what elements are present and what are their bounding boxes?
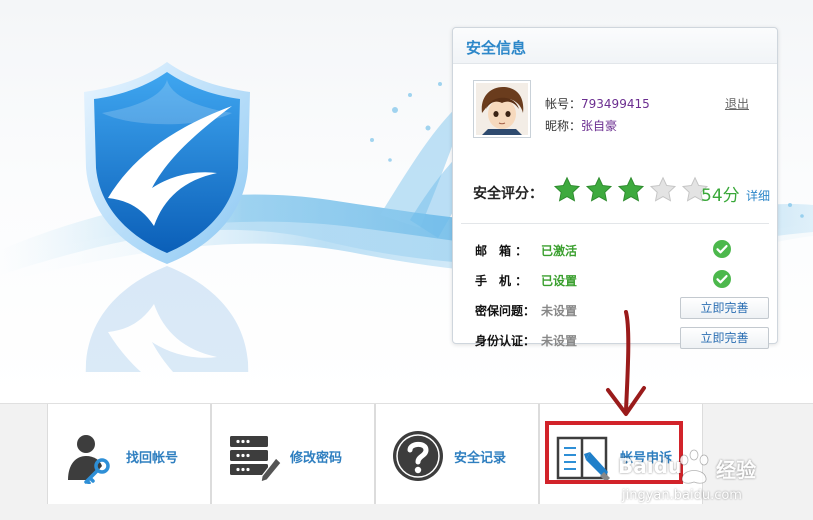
logout-link[interactable]: 退出	[725, 95, 749, 112]
change-password-button[interactable]: 修改密码	[211, 404, 375, 504]
score-detail-link[interactable]: 详细	[746, 187, 770, 204]
star-filled-icon	[586, 176, 613, 202]
avatar-image	[476, 83, 528, 135]
watermark-url: jingyan.baidu.com	[622, 488, 742, 503]
item-status: 未设置	[541, 334, 578, 348]
complete-now-button[interactable]: 立即完善	[680, 297, 769, 319]
star-filled-icon	[553, 176, 581, 202]
watermark-brand: Baidu	[618, 454, 683, 478]
nickname-value: 张自豪	[581, 119, 618, 133]
nickname-row: 昵称：张自豪	[545, 117, 617, 134]
score-stars	[553, 176, 709, 206]
item-label: 密保问题：	[475, 304, 536, 318]
security-item-email: 邮 箱 ： 已激活	[475, 237, 771, 261]
user-key-icon	[68, 435, 110, 484]
shield-reflection	[84, 266, 250, 372]
item-label: 邮 箱 ：	[475, 244, 528, 258]
item-status: 已激活	[541, 244, 578, 258]
security-item-phone: 手 机 ： 已设置	[475, 267, 771, 291]
item-label: 手 机 ：	[475, 274, 528, 288]
panel-title: 安全信息	[466, 39, 527, 57]
item-status: 未设置	[541, 304, 578, 318]
security-info-panel: 安全信息 帐号：793499415 昵称：张自豪 退出 安全评分： 54分 详细…	[452, 27, 778, 349]
account-label: 帐号：	[545, 97, 582, 111]
nickname-label: 昵称：	[545, 119, 582, 133]
panel-body: 帐号：793499415 昵称：张自豪 退出 安全评分： 54分 详细 邮 箱 …	[453, 65, 777, 349]
account-value: 793499415	[581, 97, 650, 111]
security-log-button[interactable]: 安全记录	[375, 404, 539, 504]
avatar	[473, 80, 531, 138]
score-value: 54分	[701, 186, 740, 206]
find-account-button[interactable]: 找回帐号	[47, 404, 211, 504]
star-empty-icon	[650, 176, 677, 202]
star-filled-icon	[618, 176, 645, 202]
security-score-row: 安全评分： 54分 详细	[473, 172, 773, 212]
divider	[461, 223, 769, 224]
item-status: 已设置	[541, 274, 578, 288]
score-label: 安全评分：	[473, 186, 543, 202]
panel-header: 安全信息	[453, 28, 777, 64]
annotation-arrow-icon	[606, 310, 646, 416]
tool-label: 找回帐号	[126, 451, 179, 466]
account-row: 帐号：793499415	[545, 95, 650, 112]
complete-now-button[interactable]: 立即完善	[680, 327, 769, 349]
watermark-brand-cn: 经验	[716, 458, 756, 482]
tool-label: 安全记录	[454, 451, 507, 466]
question-icon	[393, 431, 443, 481]
password-edit-icon	[230, 436, 282, 483]
baidu-watermark: Baidu 经验 jingyan.baidu.com	[618, 448, 808, 508]
shield-logo-icon	[84, 62, 250, 264]
item-label: 身份认证：	[475, 334, 536, 348]
check-circle-icon	[713, 240, 731, 258]
check-circle-icon	[713, 270, 731, 288]
tool-label: 修改密码	[290, 451, 343, 466]
